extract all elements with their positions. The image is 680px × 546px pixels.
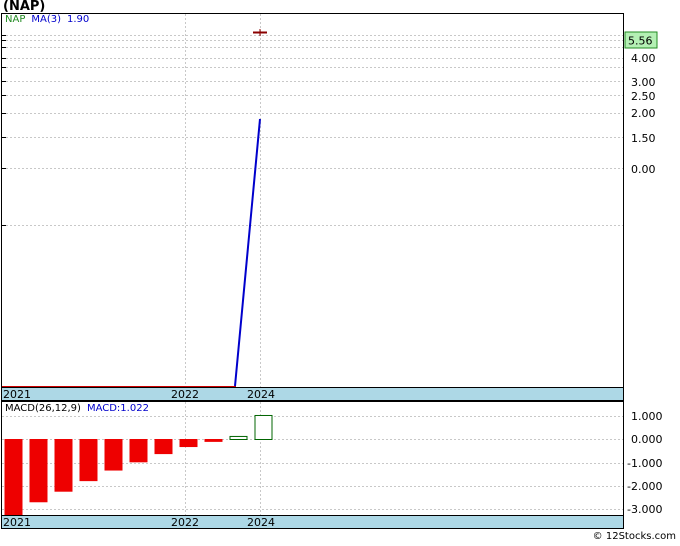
macd-bar (254, 414, 273, 441)
price-y-tick: 0.00 (631, 163, 656, 176)
price-x-tick-2022: 2022 (171, 388, 199, 401)
price-y-tick-labels: 4.00 3.00 2.50 2.00 1.50 0.00 (631, 52, 656, 176)
price-left-ticks (2, 35, 6, 226)
macd-bar (29, 439, 48, 503)
macd-bar (4, 439, 23, 516)
credit-text: © 12Stocks.com (592, 531, 676, 542)
price-x-tick-2024: 2024 (247, 388, 275, 401)
price-y-tick: 3.00 (631, 76, 656, 89)
price-bar (253, 29, 267, 36)
macd-bar (229, 435, 248, 441)
chart-svg: 2021 2022 2024 4.00 3.00 2.50 2.00 1.50 … (1, 13, 663, 529)
macd-x-tick-2021: 2021 (3, 516, 31, 529)
macd-y-tick: 1.000 (631, 410, 663, 423)
macd-bar (129, 439, 148, 463)
macd-x-tick-2022: 2022 (171, 516, 199, 529)
macd-x-axis-bar (2, 515, 623, 528)
chart-stage: (NAP) NAP MA(3) 1.90 MACD(26,12,9) MACD:1.0… (0, 0, 680, 546)
macd-y-tick: 0.000 (631, 433, 663, 446)
macd-y-tick-labels: 1.000 0.000 -1.000 -2.000 -3.000 (627, 410, 663, 516)
last-price-value: 5.56 (628, 35, 653, 48)
macd-y-tick: -1.000 (627, 457, 662, 470)
price-y-tick: 2.00 (631, 107, 656, 120)
price-pane-frame (1, 13, 624, 401)
price-x-tick-2021: 2021 (3, 388, 31, 401)
price-x-axis-bar (2, 387, 623, 400)
macd-y-tick: -3.000 (627, 503, 662, 516)
macd-y-tick: -2.000 (627, 480, 662, 493)
macd-bar (154, 439, 173, 455)
macd-x-tick-2024: 2024 (247, 516, 275, 529)
price-grid (2, 14, 623, 387)
price-y-tick: 4.00 (631, 52, 656, 65)
macd-bar (104, 439, 123, 471)
price-y-tick: 2.50 (631, 90, 656, 103)
ma-line (234, 118, 261, 387)
macd-bar (179, 439, 198, 448)
macd-bar (79, 439, 98, 482)
macd-bar (54, 439, 73, 492)
macd-bar (204, 439, 223, 442)
price-y-tick: 1.50 (631, 132, 656, 145)
macd-bars (4, 414, 273, 516)
